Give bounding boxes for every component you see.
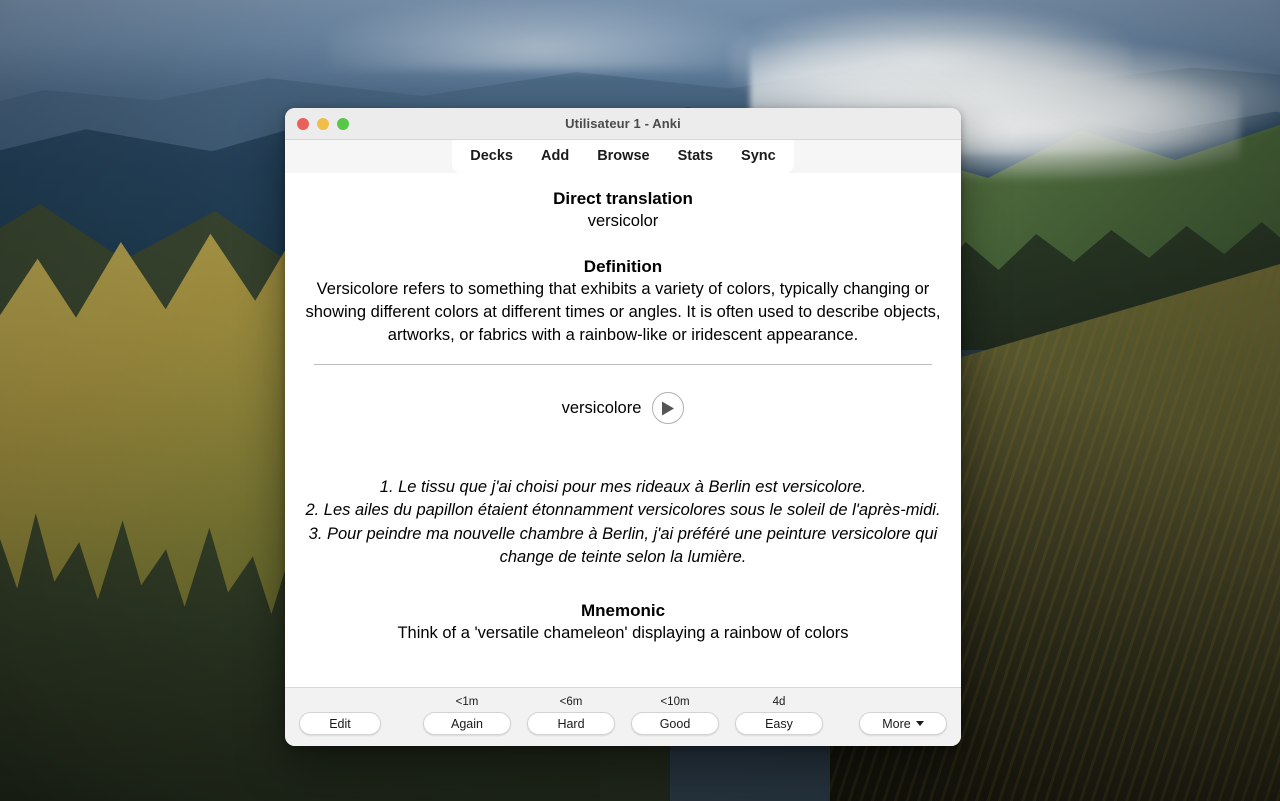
interval-again: <1m — [455, 696, 479, 708]
answer-button-good[interactable]: Good — [631, 712, 719, 735]
close-button[interactable] — [297, 117, 309, 130]
minimize-button[interactable] — [317, 117, 329, 130]
example-sentence-2: 2. Les ailes du papillon étaient étonnam… — [305, 501, 941, 520]
example-sentence-3: 3. Pour peindre ma nouvelle chambre à Be… — [308, 524, 938, 567]
mnemonic-text: Think of a 'versatile chameleon' display… — [397, 623, 849, 642]
answer-button-easy[interactable]: Easy — [735, 712, 823, 735]
nav-item-sync[interactable]: Sync — [741, 149, 776, 164]
audio-row: versicolore — [303, 392, 943, 425]
navbar-container: Decks Add Browse Stats Sync — [285, 140, 961, 173]
nav-item-add[interactable]: Add — [541, 149, 569, 164]
example-sentences: 1. Le tissu que j'ai choisi pour mes rid… — [303, 476, 943, 570]
anki-window: Utilisateur 1 - Anki Decks Add Browse St… — [285, 108, 961, 746]
interval-easy: 4d — [772, 696, 786, 708]
more-button[interactable]: More — [859, 712, 947, 735]
maximize-button[interactable] — [337, 117, 349, 130]
direct-translation-value: versicolor — [587, 212, 659, 231]
window-controls — [297, 117, 349, 130]
interval-good: <10m — [660, 696, 690, 708]
window-titlebar: Utilisateur 1 - Anki — [285, 108, 961, 140]
more-button-label: More — [882, 716, 911, 731]
answer-button-again[interactable]: Again — [423, 712, 511, 735]
nav-item-decks[interactable]: Decks — [470, 149, 513, 164]
nav-item-stats[interactable]: Stats — [678, 149, 713, 164]
answer-bar: Edit <1m Again <6m Hard <10m Good 4d Eas… — [285, 687, 961, 746]
audio-word: versicolore — [561, 398, 642, 417]
definition-heading: Definition — [583, 256, 663, 276]
mnemonic-heading: Mnemonic — [580, 600, 666, 620]
answer-button-hard[interactable]: Hard — [527, 712, 615, 735]
content-divider — [314, 364, 932, 366]
definition-text: Versicolore refers to something that exh… — [305, 279, 941, 344]
chevron-down-icon — [915, 721, 924, 726]
example-sentence-1: 1. Le tissu que j'ai choisi pour mes rid… — [379, 478, 867, 497]
nav-item-browse[interactable]: Browse — [597, 149, 649, 164]
mnemonic-block: Mnemonic Think of a 'versatile chameleon… — [303, 600, 943, 645]
direct-translation-heading: Direct translation — [553, 189, 693, 208]
edit-button[interactable]: Edit — [299, 712, 381, 735]
card-content: Direct translation versicolor Definition… — [285, 173, 961, 687]
main-navbar: Decks Add Browse Stats Sync — [452, 140, 794, 173]
window-title: Utilisateur 1 - Anki — [565, 116, 681, 131]
spacer-after-translation — [303, 233, 943, 256]
play-icon[interactable] — [652, 392, 685, 425]
interval-hard: <6m — [559, 696, 583, 708]
